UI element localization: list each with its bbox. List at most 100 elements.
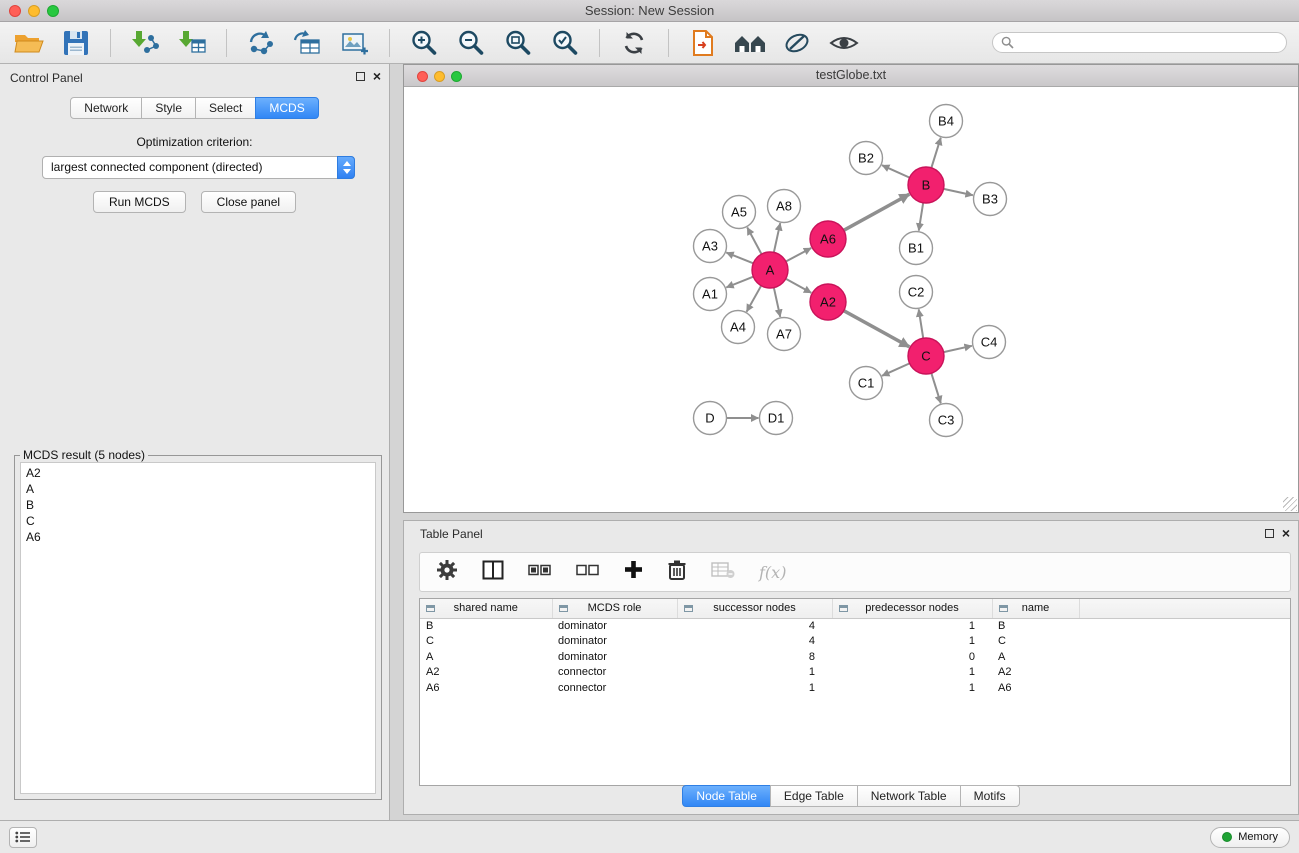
edge-A-A2[interactable] — [786, 279, 812, 293]
table-cell[interactable]: dominator — [552, 649, 677, 665]
node-B3[interactable]: B3 — [974, 183, 1007, 216]
tab-style[interactable]: Style — [141, 97, 196, 119]
delete-table-button[interactable] — [711, 561, 735, 584]
result-item[interactable]: B — [26, 497, 370, 513]
select-all-button[interactable] — [528, 562, 552, 583]
edge-C-C1[interactable] — [882, 363, 910, 375]
new-table-button[interactable] — [291, 26, 325, 60]
float-panel-icon[interactable] — [356, 72, 365, 81]
table-cell[interactable]: 1 — [832, 665, 992, 681]
tab-network[interactable]: Network — [70, 97, 142, 119]
edge-C-C2[interactable] — [919, 309, 924, 338]
node-A7[interactable]: A7 — [768, 318, 801, 351]
column-header-shared-name[interactable]: shared name — [420, 599, 552, 618]
show-columns-button[interactable] — [482, 560, 504, 585]
node-A3[interactable]: A3 — [694, 230, 727, 263]
optimization-criterion-select[interactable]: largest connected component (directed) — [42, 156, 355, 179]
table-cell[interactable]: 1 — [677, 680, 832, 696]
edge-B-B2[interactable] — [882, 165, 910, 177]
node-A[interactable]: A — [752, 252, 788, 288]
column-header-MCDS-role[interactable]: MCDS role — [552, 599, 677, 618]
node-A8[interactable]: A8 — [768, 190, 801, 223]
edge-A-A5[interactable] — [747, 227, 761, 254]
add-column-button[interactable] — [624, 560, 643, 584]
table-cell[interactable]: 8 — [677, 649, 832, 665]
table-cell[interactable]: A6 — [420, 680, 552, 696]
node-A1[interactable]: A1 — [694, 278, 727, 311]
new-network-button[interactable] — [244, 26, 278, 60]
node-D[interactable]: D — [694, 402, 727, 435]
close-panel-icon[interactable] — [373, 70, 381, 82]
node-C4[interactable]: C4 — [973, 326, 1006, 359]
node-C[interactable]: C — [908, 338, 944, 374]
search-input[interactable] — [1019, 36, 1278, 50]
table-settings-button[interactable] — [436, 559, 458, 586]
table-cell[interactable]: A6 — [992, 680, 1079, 696]
result-item[interactable]: C — [26, 513, 370, 529]
edge-C-C4[interactable] — [944, 346, 972, 352]
close-network-window-button[interactable] — [417, 71, 428, 82]
maximize-network-window-button[interactable] — [451, 71, 462, 82]
table-cell[interactable]: B — [420, 618, 552, 634]
zoom-fit-button[interactable] — [501, 26, 535, 60]
node-B[interactable]: B — [908, 167, 944, 203]
tab-mcds[interactable]: MCDS — [255, 97, 318, 119]
node-B4[interactable]: B4 — [930, 105, 963, 138]
refresh-button[interactable] — [617, 26, 651, 60]
maximize-window-button[interactable] — [47, 5, 59, 17]
column-header-successor-nodes[interactable]: successor nodes — [677, 599, 832, 618]
edge-B-B1[interactable] — [919, 203, 923, 231]
edge-A-A8[interactable] — [774, 223, 780, 252]
table-cell[interactable]: 1 — [677, 665, 832, 681]
table-cell[interactable]: C — [420, 634, 552, 650]
table-tab-motifs[interactable]: Motifs — [960, 785, 1020, 807]
float-table-panel-icon[interactable] — [1265, 529, 1274, 538]
import-table-button[interactable] — [175, 26, 209, 60]
result-item[interactable]: A6 — [26, 529, 370, 545]
edge-B-B4[interactable] — [931, 138, 940, 168]
run-mcds-button[interactable]: Run MCDS — [93, 191, 186, 213]
node-C2[interactable]: C2 — [900, 276, 933, 309]
result-item[interactable]: A2 — [26, 465, 370, 481]
mcds-result-list[interactable]: A2ABCA6 — [20, 462, 376, 794]
node-B2[interactable]: B2 — [850, 142, 883, 175]
table-cell[interactable]: C — [992, 634, 1079, 650]
column-header-predecessor-nodes[interactable]: predecessor nodes — [832, 599, 992, 618]
export-image-button[interactable] — [338, 26, 372, 60]
table-tab-node-table[interactable]: Node Table — [682, 785, 771, 807]
node-A6[interactable]: A6 — [810, 221, 846, 257]
memory-button[interactable]: Memory — [1210, 827, 1290, 848]
node-B1[interactable]: B1 — [900, 232, 933, 265]
table-tab-edge-table[interactable]: Edge Table — [770, 785, 858, 807]
graphics-details-button[interactable] — [780, 26, 814, 60]
close-table-panel-icon[interactable] — [1282, 527, 1290, 539]
import-network-button[interactable] — [128, 26, 162, 60]
table-row[interactable]: A6connector11A6 — [420, 680, 1290, 696]
table-cell[interactable]: dominator — [552, 634, 677, 650]
minimize-network-window-button[interactable] — [434, 71, 445, 82]
node-C3[interactable]: C3 — [930, 404, 963, 437]
delete-column-button[interactable] — [667, 559, 687, 586]
result-item[interactable]: A — [26, 481, 370, 497]
save-session-button[interactable] — [59, 26, 93, 60]
table-cell[interactable]: A2 — [992, 665, 1079, 681]
close-window-button[interactable] — [9, 5, 21, 17]
node-A2[interactable]: A2 — [810, 284, 846, 320]
minimize-window-button[interactable] — [28, 5, 40, 17]
edge-A-A4[interactable] — [747, 286, 762, 312]
table-cell[interactable]: 1 — [832, 634, 992, 650]
node-C1[interactable]: C1 — [850, 367, 883, 400]
table-cell[interactable]: B — [992, 618, 1079, 634]
edge-A-A6[interactable] — [786, 248, 811, 262]
table-cell[interactable]: 0 — [832, 649, 992, 665]
zoom-out-button[interactable] — [454, 26, 488, 60]
table-row[interactable]: A2connector11A2 — [420, 665, 1290, 681]
zoom-in-button[interactable] — [407, 26, 441, 60]
table-cell[interactable]: connector — [552, 680, 677, 696]
table-cell[interactable]: A — [992, 649, 1079, 665]
table-cell[interactable]: connector — [552, 665, 677, 681]
table-cell[interactable]: 1 — [832, 680, 992, 696]
edge-A2-C[interactable] — [844, 311, 910, 347]
edge-B-B3[interactable] — [944, 189, 973, 195]
zoom-selected-button[interactable] — [548, 26, 582, 60]
